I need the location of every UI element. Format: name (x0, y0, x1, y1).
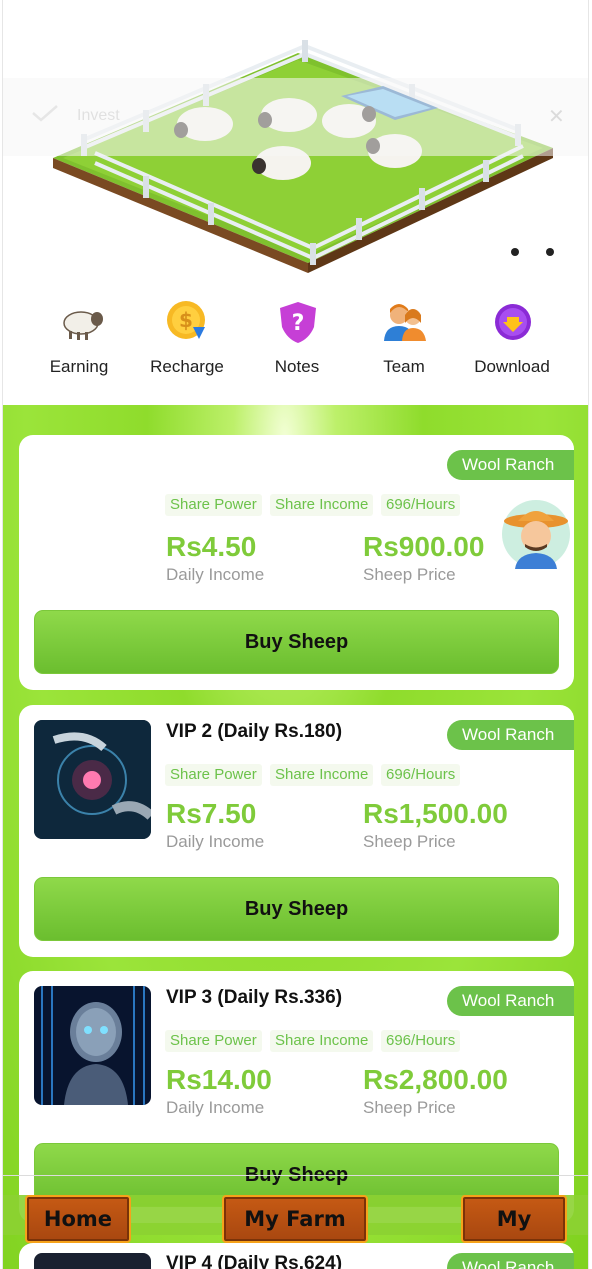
carousel-dot[interactable] (546, 248, 554, 256)
menu-earning[interactable]: Earning (25, 295, 133, 385)
shield-question-icon: ? (280, 302, 316, 343)
daily-income-label: Daily Income (166, 565, 265, 584)
quick-menu: Earning $ Recharge ? Notes Team Download (3, 295, 588, 395)
menu-team-label: Team (383, 357, 425, 376)
nav-my-button[interactable]: My (461, 1195, 567, 1243)
tag-hours: 696/Hours (381, 1030, 461, 1052)
daily-income-value: Rs14.00 (166, 1064, 272, 1095)
product-list: Wool Ranch Share Power Share Income 696/… (3, 405, 588, 1269)
sheep-price-label: Sheep Price (363, 565, 456, 584)
toast-text: Invest (77, 107, 120, 124)
tag-share-income: Share Income (270, 494, 374, 516)
close-icon[interactable]: ✕ (548, 104, 565, 129)
buy-sheep-button[interactable]: Buy Sheep (34, 610, 559, 674)
menu-download[interactable]: Download (458, 295, 566, 385)
tag-hours: 696/Hours (381, 494, 461, 516)
product-card: VIP 2 (Daily Rs.180) Wool Ranch Share Po… (19, 705, 574, 957)
notification-toast: Invest ✕ (3, 78, 588, 156)
daily-income-value: Rs7.50 (166, 798, 257, 829)
menu-notes-label: Notes (274, 357, 320, 376)
menu-earning-label: Earning (49, 357, 109, 376)
tag-share-power: Share Power (165, 764, 262, 786)
sheep-price-label: Sheep Price (363, 1098, 456, 1117)
menu-recharge[interactable]: $ Recharge (133, 295, 241, 385)
menu-notes[interactable]: ? Notes (243, 295, 351, 385)
tag-hours: 696/Hours (381, 764, 461, 786)
app-frame: Invest ✕ Earning $ Recharge ? Notes Team… (2, 0, 589, 1269)
category-badge: Wool Ranch (447, 986, 574, 1016)
check-icon (32, 105, 58, 122)
nav-home-button[interactable]: Home (25, 1195, 131, 1243)
daily-income-label: Daily Income (166, 832, 265, 851)
sheep-price-label: Sheep Price (363, 832, 456, 851)
carousel-dot[interactable] (511, 248, 519, 256)
svg-text:?: ? (292, 311, 305, 336)
sheep-price-value: Rs900.00 (363, 531, 485, 562)
category-badge: Wool Ranch (447, 450, 574, 480)
product-title: VIP 2 (Daily Rs.180) (166, 721, 343, 742)
farmer-avatar (502, 500, 570, 569)
nav-divider (3, 1175, 588, 1176)
product-thumbnail (34, 720, 151, 839)
sheep-icon (63, 311, 103, 340)
menu-team[interactable]: Team (350, 295, 458, 385)
sheep-price-value: Rs1,500.00 (363, 798, 508, 829)
bottom-nav: Home My Farm My (3, 1175, 588, 1269)
tag-share-power: Share Power (165, 494, 262, 516)
category-badge: Wool Ranch (447, 720, 574, 750)
carousel-dots[interactable] (511, 248, 559, 258)
svg-text:$: $ (179, 308, 193, 332)
buy-sheep-button[interactable]: Buy Sheep (34, 877, 559, 941)
tag-share-income: Share Income (270, 1030, 374, 1052)
nav-my-farm-button[interactable]: My Farm (222, 1195, 368, 1243)
hero-banner: Invest ✕ (3, 0, 588, 285)
tag-share-income: Share Income (270, 764, 374, 786)
team-icon (384, 304, 426, 341)
product-thumbnail (34, 986, 151, 1105)
menu-recharge-label: Recharge (150, 357, 224, 376)
daily-income-label: Daily Income (166, 1098, 265, 1117)
coin-icon: $ (167, 301, 205, 339)
daily-income-value: Rs4.50 (166, 531, 257, 562)
product-card: Wool Ranch Share Power Share Income 696/… (19, 435, 574, 690)
download-icon (495, 304, 531, 340)
sheep-price-value: Rs2,800.00 (363, 1064, 508, 1095)
tag-share-power: Share Power (165, 1030, 262, 1052)
menu-download-label: Download (474, 357, 550, 376)
product-title: VIP 3 (Daily Rs.336) (166, 987, 343, 1008)
